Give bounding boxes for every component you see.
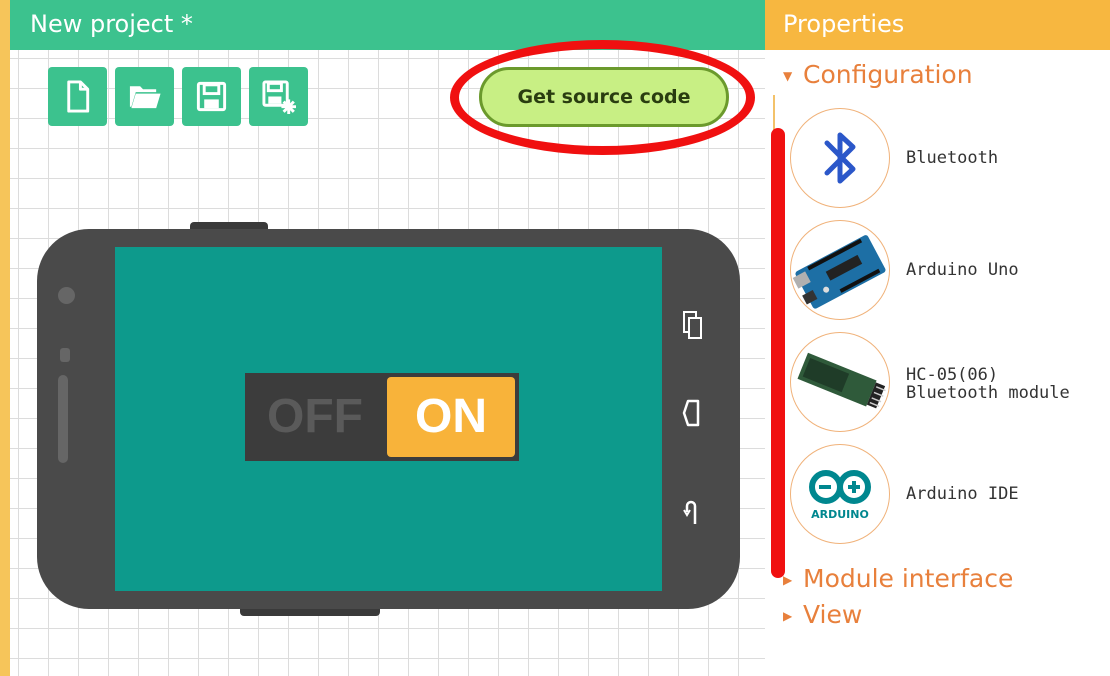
section-view-label: View [803,600,863,629]
caret-right-icon: ▶ [783,573,793,587]
save-icon [196,81,227,112]
properties-title: Properties [783,10,905,38]
bluetooth-logo-circle [790,108,890,208]
config-item-arduino-uno-label: Arduino Uno [906,260,1019,280]
new-file-button[interactable] [48,67,107,126]
back-icon [682,399,700,427]
open-folder-button[interactable] [115,67,174,126]
arduino-logo-text: ARDUINO [811,508,869,521]
recent-apps-icon [683,311,702,339]
caret-down-icon: ▼ [783,69,793,83]
section-view[interactable]: ▶ View [783,600,862,629]
section-module-interface[interactable]: ▶ Module interface [783,564,1013,593]
save-as-icon [262,80,296,114]
phone-sensor [60,348,70,362]
bluetooth-icon [824,132,856,184]
config-item-hc05-label-line1: HC-05(06) [906,365,999,385]
home-icon [683,500,697,524]
config-item-bluetooth[interactable]: Bluetooth [790,108,1090,208]
on-off-toggle-switch[interactable]: OFF ON [245,373,519,461]
config-item-arduino-ide-label: Arduino IDE [906,484,1019,504]
config-item-arduino-ide[interactable]: ARDUINO Arduino IDE [790,444,1090,544]
caret-right-icon: ▶ [783,609,793,623]
toggle-off-label: OFF [267,390,363,443]
config-item-hc05-label-line2: Bluetooth module [906,383,1070,403]
section-module-interface-label: Module interface [803,564,1014,593]
properties-panel: Properties ▼ Configuration Bluetooth Ard… [765,0,1110,676]
open-folder-icon [129,86,161,109]
phone-camera [58,287,75,304]
phone-speaker [58,375,68,463]
config-item-hc05-module[interactable]: HC-05(06) Bluetooth module [790,332,1090,432]
arduino-infinity-logo-icon: ARDUINO [809,470,871,521]
section-tree-line [773,95,775,565]
arduino-ide-logo-circle: ARDUINO [790,444,890,544]
arduino-uno-image-circle [790,220,890,320]
toggle-on-label: ON [387,377,515,457]
config-item-arduino-uno[interactable]: Arduino Uno [790,220,1090,320]
bluetooth-module-icon [797,352,886,409]
editor-pane: New project * Get source code OFF ON [0,0,765,676]
arduino-board-icon [792,235,886,309]
properties-header: Properties [765,0,1110,50]
section-configuration[interactable]: ▼ Configuration [783,60,973,89]
project-title: New project * [30,10,193,38]
project-header: New project * [10,0,765,50]
save-as-button[interactable] [249,67,308,126]
get-source-code-button[interactable]: Get source code [479,67,729,127]
config-item-bluetooth-label: Bluetooth [906,148,999,168]
new-file-icon [67,80,90,113]
section-configuration-label: Configuration [803,60,973,89]
save-button[interactable] [182,67,241,126]
left-accent-bar [0,0,10,676]
hc05-module-image-circle [790,332,890,432]
